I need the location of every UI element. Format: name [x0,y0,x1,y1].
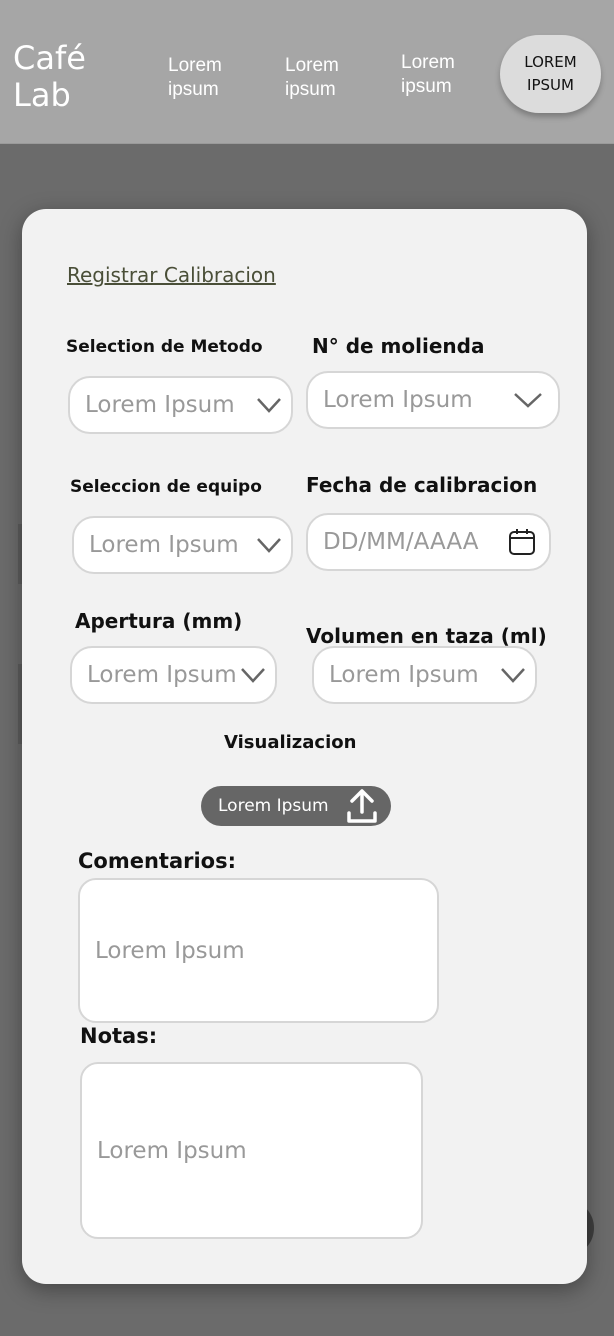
molienda-label: N° de molienda [312,334,485,358]
notas-textarea[interactable]: Lorem Ipsum [80,1062,423,1239]
form-title[interactable]: Registrar Calibracion [67,263,276,287]
volumen-select[interactable]: Lorem Ipsum [312,646,537,704]
nav-link-2[interactable]: Lorem ipsum [285,54,365,102]
comentarios-label: Comentarios: [78,849,237,873]
chevron-down-icon [501,668,525,683]
molienda-select[interactable]: Lorem Ipsum [306,371,560,429]
top-navbar: Café Lab Lorem ipsum Lorem ipsum Lorem i… [0,0,614,144]
visualizacion-label: Visualizacion [224,732,357,753]
chevron-down-icon [257,538,281,553]
chevron-down-icon [257,398,281,413]
equipo-select[interactable]: Lorem Ipsum [72,516,293,574]
nav-link-3[interactable]: Lorem ipsum [401,51,481,99]
brand-logo[interactable]: Café Lab [13,40,123,114]
nav-pill-button[interactable]: LOREM IPSUM [500,35,601,113]
calendar-icon[interactable] [507,527,537,557]
calibration-form-card: Registrar Calibracion Selection de Metod… [22,209,587,1284]
notas-placeholder: Lorem Ipsum [97,1137,247,1164]
chevron-down-icon [241,668,265,683]
fecha-date-input[interactable]: DD/MM/AAAA [306,513,551,571]
comentarios-placeholder: Lorem Ipsum [95,937,245,964]
nav-link-1[interactable]: Lorem ipsum [168,54,248,102]
chevron-down-icon [514,393,542,408]
volumen-label: Volumen en taza (ml) [306,624,547,648]
apertura-select[interactable]: Lorem Ipsum [70,646,277,704]
fecha-label: Fecha de calibracion [306,473,538,497]
apertura-label: Apertura (mm) [75,609,243,633]
metodo-select[interactable]: Lorem Ipsum [68,376,293,434]
upload-button-label: Lorem Ipsum [218,796,329,816]
upload-button[interactable]: Lorem Ipsum [201,786,391,826]
notas-label: Notas: [80,1024,158,1048]
equipo-label: Seleccion de equipo [70,477,262,497]
comentarios-textarea[interactable]: Lorem Ipsum [78,878,439,1023]
metodo-label: Selection de Metodo [66,337,263,357]
upload-icon [347,789,377,823]
